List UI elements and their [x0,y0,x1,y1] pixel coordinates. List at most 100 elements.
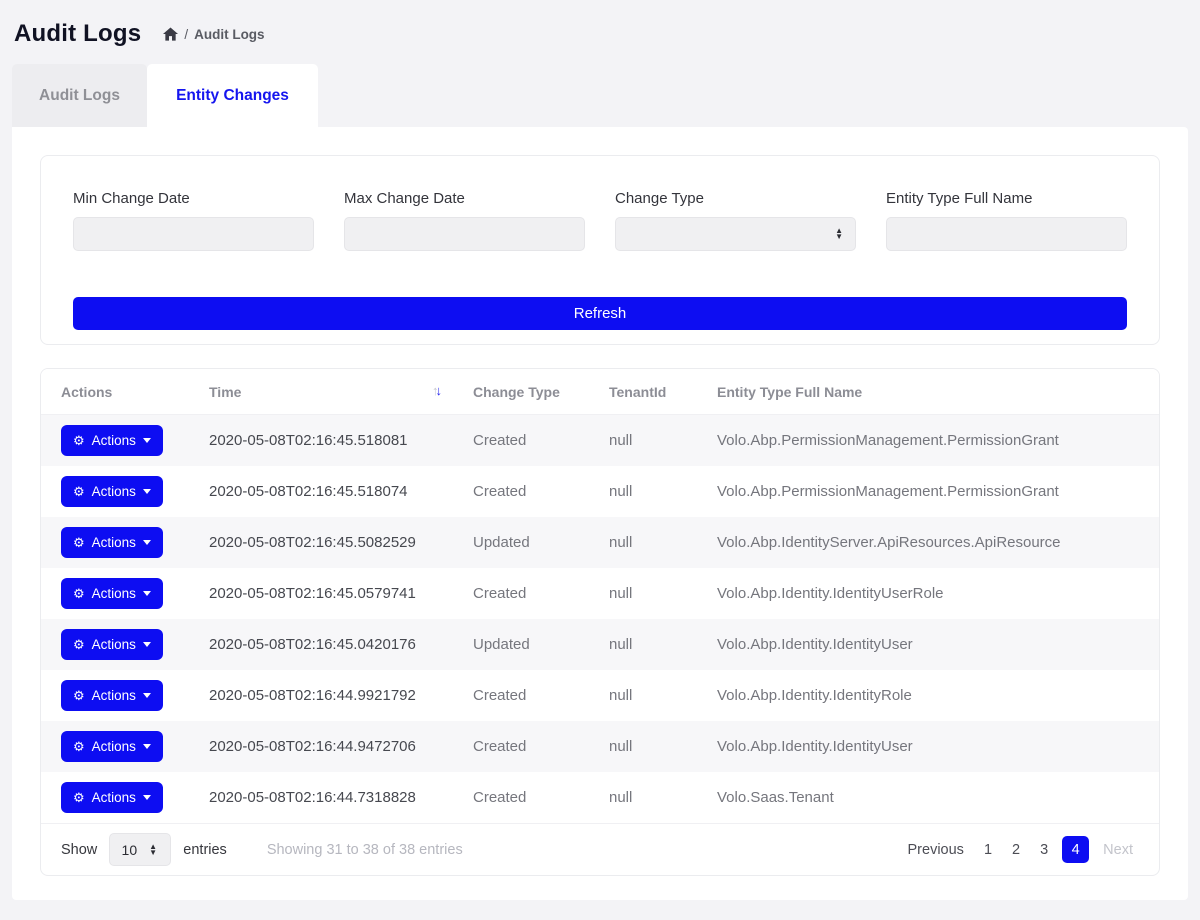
cell-time: 2020-05-08T02:16:44.9921792 [189,670,453,721]
cell-tenant-id: null [589,721,697,772]
cell-change-type: Created [453,568,589,619]
entity-type-input[interactable] [886,217,1127,251]
cell-time: 2020-05-08T02:16:45.518074 [189,466,453,517]
pagination: Previous 1 2 3 4 Next [902,836,1139,863]
row-actions-button[interactable]: ⚙Actions [61,425,163,456]
table-header-row: Actions Time ↑↓ Change Type TenantId Ent… [41,369,1159,415]
column-header-tenant-id: TenantId [589,369,697,415]
filter-field-change-type: Change Type ▲▼ [615,190,856,251]
tab-audit-logs[interactable]: Audit Logs [12,64,147,127]
cell-time: 2020-05-08T02:16:44.7318828 [189,772,453,823]
gear-icon: ⚙ [73,536,85,549]
gear-icon: ⚙ [73,587,85,600]
showing-entries-text: Showing 31 to 38 of 38 entries [267,842,463,858]
cell-change-type: Created [453,466,589,517]
chevron-down-icon [143,540,151,545]
cell-entity-type: Volo.Abp.Identity.IdentityUserRole [697,568,1159,619]
tab-entity-changes-label: Entity Changes [176,87,289,105]
min-change-date-input[interactable] [73,217,314,251]
pagination-page-2[interactable]: 2 [1006,838,1026,862]
table-row: ⚙Actions 2020-05-08T02:16:44.9921792 Cre… [41,670,1159,721]
pagination-page-4-active[interactable]: 4 [1062,836,1089,863]
cell-change-type: Updated [453,619,589,670]
chevron-down-icon [143,693,151,698]
column-header-entity-type: Entity Type Full Name [697,369,1159,415]
breadcrumb-separator: / [184,27,188,42]
page-size-value: 10 [122,842,138,858]
row-actions-button[interactable]: ⚙Actions [61,578,163,609]
table-row: ⚙Actions 2020-05-08T02:16:44.7318828 Cre… [41,772,1159,823]
main-card: Min Change Date Max Change Date Change T… [12,127,1188,900]
table-row: ⚙Actions 2020-05-08T02:16:45.0579741 Cre… [41,568,1159,619]
table-row: ⚙Actions 2020-05-08T02:16:45.518081 Crea… [41,415,1159,467]
table-row: ⚙Actions 2020-05-08T02:16:44.9472706 Cre… [41,721,1159,772]
change-type-label: Change Type [615,190,856,207]
home-icon[interactable] [163,27,178,41]
chevron-down-icon [143,438,151,443]
pagination-previous[interactable]: Previous [902,838,970,862]
cell-entity-type: Volo.Abp.Identity.IdentityUser [697,619,1159,670]
chevron-down-icon [143,642,151,647]
cell-time: 2020-05-08T02:16:45.0579741 [189,568,453,619]
pagination-page-3[interactable]: 3 [1034,838,1054,862]
gear-icon: ⚙ [73,740,85,753]
entity-changes-table-card: Actions Time ↑↓ Change Type TenantId Ent… [40,368,1160,876]
chevron-down-icon [143,795,151,800]
table-row: ⚙Actions 2020-05-08T02:16:45.5082529 Upd… [41,517,1159,568]
cell-entity-type: Volo.Abp.Identity.IdentityUser [697,721,1159,772]
cell-time: 2020-05-08T02:16:45.518081 [189,415,453,467]
row-actions-button[interactable]: ⚙Actions [61,476,163,507]
table-row: ⚙Actions 2020-05-08T02:16:45.518074 Crea… [41,466,1159,517]
min-change-date-label: Min Change Date [73,190,314,207]
gear-icon: ⚙ [73,689,85,702]
cell-time: 2020-05-08T02:16:44.9472706 [189,721,453,772]
chevron-down-icon [143,489,151,494]
cell-change-type: Created [453,415,589,467]
cell-entity-type: Volo.Abp.Identity.IdentityRole [697,670,1159,721]
entity-type-label: Entity Type Full Name [886,190,1127,207]
chevron-down-icon [143,591,151,596]
gear-icon: ⚙ [73,638,85,651]
column-header-time-label: Time [209,384,241,400]
cell-entity-type: Volo.Abp.PermissionManagement.Permission… [697,415,1159,467]
refresh-button[interactable]: Refresh [73,297,1127,330]
cell-tenant-id: null [589,415,697,467]
row-actions-button[interactable]: ⚙Actions [61,680,163,711]
change-type-select[interactable]: ▲▼ [615,217,856,251]
chevron-down-icon [143,744,151,749]
table-footer: Show 10 ▲▼ entries Showing 31 to 38 of 3… [41,823,1159,875]
cell-entity-type: Volo.Abp.IdentityServer.ApiResources.Api… [697,517,1159,568]
cell-entity-type: Volo.Saas.Tenant [697,772,1159,823]
row-actions-button[interactable]: ⚙Actions [61,527,163,558]
gear-icon: ⚙ [73,434,85,447]
table-row: ⚙Actions 2020-05-08T02:16:45.0420176 Upd… [41,619,1159,670]
cell-change-type: Updated [453,517,589,568]
cell-tenant-id: null [589,466,697,517]
page-header: Audit Logs / Audit Logs [0,0,1200,64]
column-header-change-type: Change Type [453,369,589,415]
show-label: Show [61,842,97,858]
cell-change-type: Created [453,772,589,823]
row-actions-button[interactable]: ⚙Actions [61,629,163,660]
column-header-time[interactable]: Time ↑↓ [189,369,453,415]
column-header-actions: Actions [41,369,189,415]
row-actions-button[interactable]: ⚙Actions [61,731,163,762]
page-size-select[interactable]: 10 ▲▼ [109,833,171,866]
pagination-page-1[interactable]: 1 [978,838,998,862]
max-change-date-input[interactable] [344,217,585,251]
gear-icon: ⚙ [73,485,85,498]
cell-time: 2020-05-08T02:16:45.5082529 [189,517,453,568]
entries-label: entries [183,842,227,858]
tab-entity-changes[interactable]: Entity Changes [147,64,318,127]
gear-icon: ⚙ [73,791,85,804]
filter-field-min-change-date: Min Change Date [73,190,314,251]
sort-desc-icon: ↑↓ [432,383,439,398]
tab-bar: Audit Logs Entity Changes [12,64,1188,127]
cell-tenant-id: null [589,568,697,619]
filter-field-entity-type: Entity Type Full Name [886,190,1127,251]
tab-audit-logs-label: Audit Logs [39,87,120,105]
cell-entity-type: Volo.Abp.PermissionManagement.Permission… [697,466,1159,517]
pagination-next[interactable]: Next [1097,838,1139,862]
cell-change-type: Created [453,721,589,772]
row-actions-button[interactable]: ⚙Actions [61,782,163,813]
